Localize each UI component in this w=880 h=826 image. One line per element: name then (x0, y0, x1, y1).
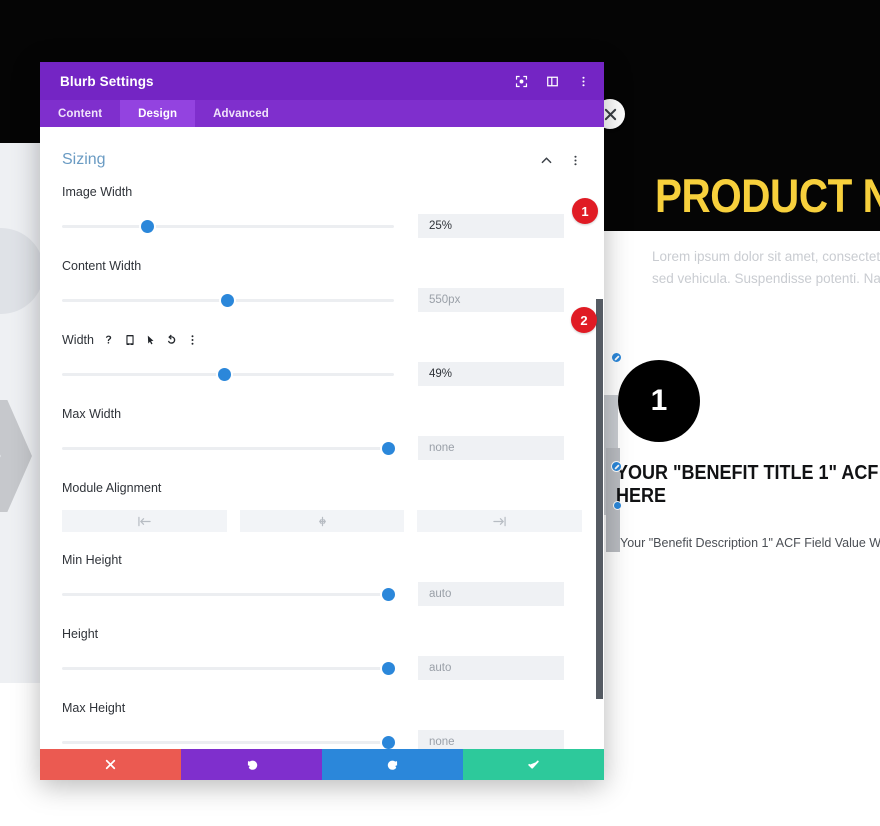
field-label: Max Width (62, 407, 122, 421)
align-right-button[interactable] (417, 510, 583, 532)
slider-track (62, 447, 394, 450)
field-label: Width (62, 333, 94, 347)
field-content-width: Content Width 550px (40, 238, 604, 312)
kebab-menu-icon[interactable] (569, 154, 582, 167)
hero-title: PRODUCT N (655, 169, 880, 222)
discard-button[interactable] (40, 749, 181, 780)
benefit-title-line-2: HERE (616, 485, 667, 507)
undo-button[interactable] (181, 749, 322, 780)
slider-knob[interactable] (221, 294, 234, 307)
close-icon (105, 759, 116, 770)
module-edit-handle[interactable] (611, 461, 622, 472)
content-width-value[interactable]: 550px (418, 288, 564, 312)
slider-track (62, 225, 394, 228)
reset-icon[interactable] (166, 334, 178, 347)
field-label: Content Width (62, 259, 142, 273)
width-field-icons (103, 334, 199, 347)
height-slider[interactable] (62, 660, 395, 676)
min-height-slider[interactable] (62, 586, 395, 602)
align-right-icon (493, 516, 506, 526)
slider-knob[interactable] (382, 442, 395, 455)
width-value[interactable]: 49% (418, 362, 564, 386)
hover-cursor-icon[interactable] (145, 334, 157, 347)
slider-knob[interactable] (382, 588, 395, 601)
module-alignment-options (40, 510, 604, 532)
slider-knob[interactable] (382, 662, 395, 675)
field-label: Module Alignment (62, 481, 162, 495)
align-center-button[interactable] (239, 510, 405, 532)
modal-tabs: Content Design Advanced (40, 100, 604, 127)
field-height: Height auto (40, 606, 604, 680)
image-width-value[interactable]: 25% (418, 214, 564, 238)
max-width-slider[interactable] (62, 440, 395, 456)
content-width-slider[interactable] (62, 292, 394, 308)
max-width-value[interactable]: none (418, 436, 564, 460)
width-slider[interactable] (62, 366, 394, 382)
slider-track (62, 667, 394, 670)
max-height-value[interactable]: none (418, 730, 564, 749)
tab-design[interactable]: Design (120, 100, 196, 127)
field-label: Image Width (62, 185, 133, 199)
slider-knob[interactable] (382, 736, 395, 749)
module-edit-handle[interactable] (611, 352, 622, 363)
help-icon[interactable] (103, 334, 115, 347)
field-label: Min Height (62, 553, 122, 567)
benefit-title: YOUR "BENEFIT TITLE 1" ACF FIELD VALUE H… (616, 462, 880, 508)
align-left-icon (138, 516, 151, 526)
min-height-value[interactable]: auto (418, 582, 564, 606)
modal-title: Blurb Settings (60, 73, 154, 89)
hero-paragraph-line-1: Lorem ipsum dolor sit amet, consectetur … (652, 249, 880, 264)
field-width: Width 49% (40, 312, 604, 386)
field-min-height: Min Height auto (40, 532, 604, 606)
slider-track (62, 593, 394, 596)
field-label: Max Height (62, 701, 126, 715)
screen: PRODUCT N Lorem ipsum dolor sit amet, co… (0, 0, 880, 826)
max-height-slider[interactable] (62, 734, 395, 749)
field-module-alignment: Module Alignment (40, 460, 604, 532)
slider-track (62, 741, 394, 744)
field-max-height: Max Height none (40, 680, 604, 749)
tab-content[interactable]: Content (40, 100, 120, 127)
check-icon (528, 760, 539, 769)
blurb-number-circle: 1 (618, 360, 700, 442)
tab-advanced[interactable]: Advanced (195, 100, 287, 127)
redo-button[interactable] (322, 749, 463, 780)
callout-badge-2: 2 (571, 307, 597, 333)
callout-badge-1: 1 (572, 198, 598, 224)
benefit-description: Your "Benefit Description 1" ACF Field V… (620, 536, 880, 550)
modal-header: Blurb Settings (40, 62, 604, 100)
kebab-menu-icon[interactable] (187, 334, 199, 347)
height-value[interactable]: auto (418, 656, 564, 680)
hero-paragraph: Lorem ipsum dolor sit amet, consectetur … (652, 246, 880, 290)
slider-knob[interactable] (141, 220, 154, 233)
close-icon (604, 108, 616, 120)
modal-body: Sizing Image Width 25% Content Width 550… (40, 127, 604, 749)
module-edit-handle[interactable] (613, 501, 622, 510)
field-image-width: Image Width 25% (40, 175, 604, 238)
split-view-icon[interactable] (545, 74, 559, 88)
modal-action-bar (40, 749, 604, 780)
modal-header-actions (514, 74, 590, 88)
undo-icon (247, 760, 257, 770)
align-left-button[interactable] (62, 510, 227, 532)
kebab-menu-icon[interactable] (576, 74, 590, 88)
slider-knob[interactable] (218, 368, 231, 381)
benefit-title-line-1: YOUR "BENEFIT TITLE 1" ACF FIELD VALUE (616, 462, 880, 484)
responsive-device-icon[interactable] (124, 334, 136, 347)
image-width-slider[interactable] (62, 218, 394, 234)
align-center-icon (318, 516, 326, 526)
save-button[interactable] (463, 749, 604, 780)
section-title: Sizing (62, 151, 106, 168)
section-header-sizing[interactable]: Sizing (40, 127, 604, 175)
settings-scroll-area: Sizing Image Width 25% Content Width 550… (40, 127, 604, 749)
section-actions (540, 154, 582, 167)
blurb-settings-modal: Blurb Settings Content Design Advanced S… (40, 62, 604, 780)
field-label: Height (62, 627, 99, 641)
chevron-up-icon[interactable] (540, 154, 553, 167)
hero-paragraph-line-2: sed vehicula. Suspendisse potenti. Nam d… (652, 271, 880, 286)
redo-icon (387, 760, 397, 770)
field-max-width: Max Width none (40, 386, 604, 460)
fullscreen-icon[interactable] (514, 74, 528, 88)
settings-scrollbar[interactable] (596, 299, 603, 699)
